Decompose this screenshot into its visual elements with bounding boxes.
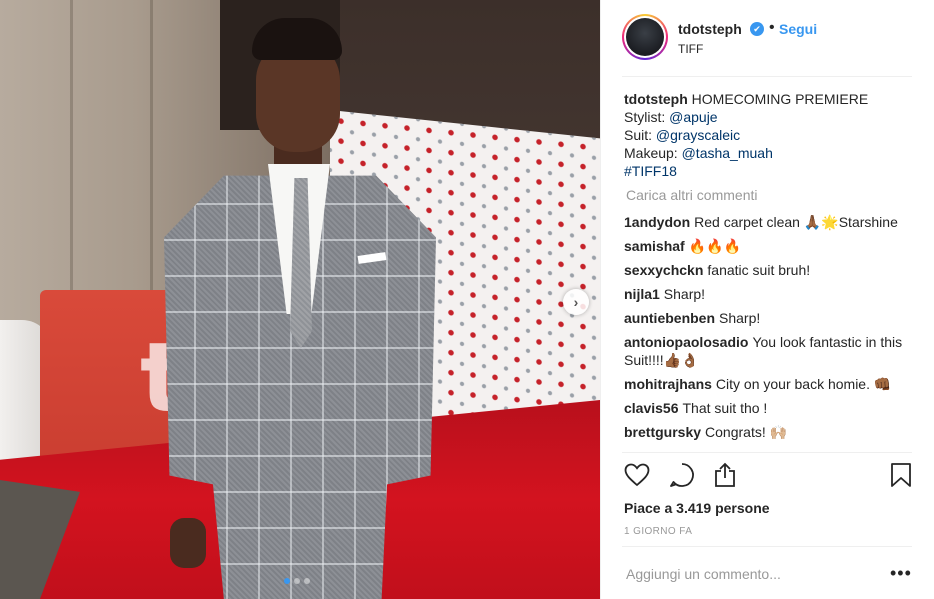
- bookmark-icon: [891, 463, 911, 487]
- comment-text: Red carpet clean 🙏🏾🌟Starshine: [694, 214, 898, 230]
- comment-button[interactable]: [668, 460, 696, 490]
- post-side-panel: tdotsteph ✔ • Segui TIFF tdotsteph HOMEC…: [600, 0, 934, 599]
- person-hair: [252, 18, 342, 60]
- comment-username[interactable]: mohitrajhans: [624, 376, 712, 392]
- verified-icon: ✔: [750, 22, 764, 36]
- comment-item: brettgursky Congrats! 🙌🏼: [624, 423, 919, 441]
- post-actions-bar: [623, 460, 915, 494]
- caption-hashtag-link[interactable]: #TIFF18: [624, 163, 677, 179]
- comment-item: antoniopaolosadio You look fantastic in t…: [624, 333, 919, 369]
- comment-username[interactable]: brettgursky: [624, 424, 701, 440]
- post-timestamp[interactable]: 1 GIORNO FA: [624, 526, 692, 537]
- comment-text: 🔥🔥🔥: [688, 238, 741, 254]
- comment-text: Sharp!: [663, 286, 706, 302]
- like-button[interactable]: [623, 460, 651, 490]
- actions-divider: [622, 452, 912, 453]
- comment-item: samishaf 🔥🔥🔥: [624, 237, 919, 255]
- comment-item: sexxychckn fanatic suit bruh!: [624, 261, 919, 279]
- comment-item: nijla1 Sharp!: [624, 285, 919, 303]
- comment-item: 1andydon Red carpet clean 🙏🏾🌟Starshine: [624, 213, 919, 231]
- carousel-dot: [294, 578, 300, 584]
- comment-username[interactable]: nijla1: [624, 286, 660, 302]
- caption-suit-link[interactable]: @grayscaleic: [656, 127, 740, 143]
- caption-title: HOMECOMING PREMIERE: [691, 91, 869, 107]
- post-header: tdotsteph ✔ • Segui TIFF: [601, 0, 934, 77]
- carousel-dots: [284, 578, 310, 584]
- comments-list: tdotsteph HOMECOMING PREMIERE Stylist: @…: [624, 90, 919, 447]
- comment-text: Sharp!: [719, 310, 761, 326]
- caption-makeup-label: Makeup:: [624, 145, 682, 161]
- header-divider: [622, 76, 912, 77]
- save-button[interactable]: [887, 460, 915, 490]
- avatar-inner: [624, 16, 666, 58]
- comment-text: That suit tho !: [682, 400, 768, 416]
- comment-item: clavis56 That suit tho !: [624, 399, 919, 417]
- share-icon: [715, 462, 735, 487]
- more-options-button[interactable]: •••: [890, 564, 912, 582]
- comment-username[interactable]: clavis56: [624, 400, 679, 416]
- post-photo[interactable]: t ›: [0, 0, 600, 599]
- caption-username[interactable]: tdotsteph: [624, 91, 688, 107]
- header-separator: •: [769, 19, 775, 36]
- comment-username[interactable]: 1andydon: [624, 214, 690, 230]
- comment-username[interactable]: auntiebenben: [624, 310, 715, 326]
- caption-stylist-label: Stylist:: [624, 109, 670, 125]
- load-more-comments-button[interactable]: Carica altri commenti: [626, 187, 919, 203]
- likes-count[interactable]: Piace a 3.419 persone: [624, 500, 770, 516]
- location-link[interactable]: TIFF: [678, 42, 703, 56]
- photo-person: [150, 18, 450, 599]
- caption-makeup-link[interactable]: @tasha_muah: [682, 145, 773, 161]
- comment-username[interactable]: antoniopaolosadio: [624, 334, 748, 350]
- heart-icon: [624, 463, 650, 487]
- caption-stylist-link[interactable]: @apuje: [669, 109, 717, 125]
- comment-username[interactable]: sexxychckn: [624, 262, 703, 278]
- comment-text: fanatic suit bruh!: [707, 262, 811, 278]
- header-username[interactable]: tdotsteph: [678, 21, 742, 37]
- carousel-next-button[interactable]: ›: [563, 289, 589, 315]
- carousel-dot: [304, 578, 310, 584]
- add-comment-input[interactable]: [626, 566, 876, 582]
- chevron-right-icon: ›: [573, 294, 579, 310]
- comment-text: Congrats! 🙌🏼: [705, 424, 788, 440]
- post-caption: tdotsteph HOMECOMING PREMIERE Stylist: @…: [624, 90, 919, 180]
- comment-item: auntiebenben Sharp!: [624, 309, 919, 327]
- comment-text: City on your back homie. 👊🏾: [715, 376, 892, 392]
- comment-username[interactable]: samishaf: [624, 238, 685, 254]
- comment-input-divider: [622, 546, 912, 547]
- comment-item: mohitrajhans City on your back homie. 👊🏾: [624, 375, 919, 393]
- share-button[interactable]: [711, 460, 739, 490]
- follow-button[interactable]: Segui: [779, 21, 817, 37]
- avatar: [626, 18, 664, 56]
- carousel-dot-active: [284, 578, 290, 584]
- avatar-story-ring[interactable]: [622, 14, 668, 60]
- person-hand: [170, 518, 206, 568]
- comment-icon: [670, 463, 694, 487]
- caption-suit-label: Suit:: [624, 127, 656, 143]
